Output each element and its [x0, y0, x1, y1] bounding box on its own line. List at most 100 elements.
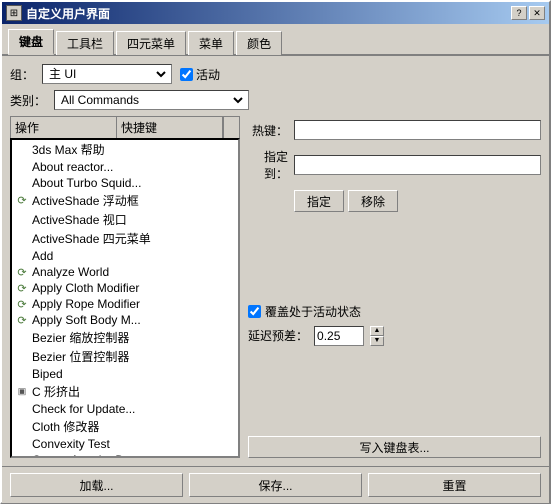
item-text: Bezier 缩放控制器 — [32, 329, 129, 346]
activeshade-icon: ⟳ — [14, 194, 30, 208]
item-icon — [14, 176, 30, 190]
tab-menu[interactable]: 菜单 — [188, 31, 234, 55]
hotkey-label: 热键： — [248, 122, 288, 139]
assign-to-input[interactable] — [294, 155, 541, 175]
main-window: ⊞ 自定义用户界面 ? ✕ 键盘 工具栏 四元菜单 菜单 颜色 组： 主 UI … — [0, 0, 551, 504]
list-item[interactable]: ⟳ Apply Cloth Modifier — [12, 280, 238, 296]
item-text: ActiveShade 四元菜单 — [32, 230, 151, 247]
item-text: 3ds Max 帮助 — [32, 141, 105, 158]
list-header: 操作 快捷键 — [10, 116, 240, 138]
remove-button[interactable]: 移除 — [348, 190, 398, 212]
group-row: 组： 主 UI 活动 — [10, 64, 541, 84]
active-checkbox[interactable] — [180, 68, 193, 81]
list-item[interactable]: ⟳ Apply Rope Modifier — [12, 296, 238, 312]
delay-down-arrow[interactable]: ▼ — [370, 336, 384, 346]
item-icon — [14, 420, 30, 434]
list-item[interactable]: ⟳ Apply Soft Body M... — [12, 312, 238, 328]
analyze-icon: ⟳ — [14, 265, 30, 279]
bottom-bar: 加载... 保存... 重置 — [2, 466, 549, 503]
item-text: ActiveShade 视口 — [32, 211, 127, 228]
list-item[interactable]: Check for Update... — [12, 401, 238, 417]
delay-label: 延迟预差： — [248, 327, 308, 344]
item-text: Apply Soft Body M... — [32, 313, 141, 327]
override-label: 覆盖处于活动状态 — [265, 303, 361, 320]
tab-color[interactable]: 颜色 — [236, 31, 282, 55]
assign-remove-row: 指定 移除 — [294, 190, 541, 212]
category-label: 类别： — [10, 92, 46, 109]
item-text: Create Angular Da... — [32, 453, 141, 458]
command-list[interactable]: 3ds Max 帮助 About reactor... About Turbo … — [10, 138, 240, 458]
split-layout: 操作 快捷键 3ds Max 帮助 About reactor... — [10, 116, 541, 458]
item-icon — [14, 437, 30, 451]
override-row: 覆盖处于活动状态 — [248, 303, 541, 320]
item-icon — [14, 160, 30, 174]
rope-icon: ⟳ — [14, 297, 30, 311]
group-select[interactable]: 主 UI — [42, 64, 172, 84]
group-label: 组： — [10, 66, 34, 83]
list-item[interactable]: Bezier 缩放控制器 — [12, 328, 238, 347]
save-button[interactable]: 保存... — [189, 473, 362, 497]
category-select-input[interactable]: All Commands — [57, 92, 246, 108]
tab-quadmenu[interactable]: 四元菜单 — [116, 31, 186, 55]
list-item[interactable]: ActiveShade 四元菜单 — [12, 229, 238, 248]
list-item[interactable]: Bezier 位置控制器 — [12, 347, 238, 366]
item-text: ActiveShade 浮动框 — [32, 192, 139, 209]
override-checkbox[interactable] — [248, 305, 261, 318]
item-icon — [14, 402, 30, 416]
list-item[interactable]: 3ds Max 帮助 — [12, 140, 238, 159]
load-button[interactable]: 加载... — [10, 473, 183, 497]
item-icon — [14, 350, 30, 364]
active-label: 活动 — [196, 66, 220, 83]
list-item[interactable]: ⟳ Analyze World — [12, 264, 238, 280]
active-checkbox-label[interactable]: 活动 — [180, 66, 220, 83]
help-button[interactable]: ? — [511, 6, 527, 20]
item-icon — [14, 213, 30, 227]
col-action: 操作 — [11, 117, 117, 138]
group-select-input[interactable]: 主 UI — [45, 66, 169, 82]
item-icon — [14, 331, 30, 345]
tab-keyboard[interactable]: 键盘 — [8, 29, 54, 55]
angular-icon: ⟳ — [14, 453, 30, 458]
delay-row: 延迟预差： ▲ ▼ — [248, 326, 541, 346]
item-text: Biped — [32, 367, 63, 381]
list-item[interactable]: ⟳ ActiveShade 浮动框 — [12, 191, 238, 210]
window-icon: ⊞ — [6, 5, 22, 21]
write-keyboard-button[interactable]: 写入键盘表... — [248, 436, 541, 458]
softbody-icon: ⟳ — [14, 313, 30, 327]
list-item[interactable]: Cloth 修改器 — [12, 417, 238, 436]
title-buttons: ? ✕ — [511, 6, 545, 20]
list-item[interactable]: Biped — [12, 366, 238, 382]
right-panel: 热键： 指定到： 指定 移除 覆盖处于活动状态 — [248, 116, 541, 458]
delay-input[interactable] — [314, 326, 364, 346]
window-title: 自定义用户界面 — [26, 5, 110, 22]
item-text: About reactor... — [32, 160, 113, 174]
tab-toolbar[interactable]: 工具栏 — [56, 31, 114, 55]
list-item[interactable]: Convexity Test — [12, 436, 238, 452]
category-row: 类别： All Commands — [10, 90, 541, 110]
category-select[interactable]: All Commands — [54, 90, 249, 110]
item-text: Convexity Test — [32, 437, 110, 451]
item-icon — [14, 143, 30, 157]
item-text: Add — [32, 249, 53, 263]
delay-up-arrow[interactable]: ▲ — [370, 326, 384, 336]
hotkey-input[interactable] — [294, 120, 541, 140]
item-text: Apply Rope Modifier — [32, 297, 140, 311]
list-item[interactable]: About Turbo Squid... — [12, 175, 238, 191]
left-panel: 操作 快捷键 3ds Max 帮助 About reactor... — [10, 116, 240, 458]
list-item[interactable]: ActiveShade 视口 — [12, 210, 238, 229]
delay-spinner: ▲ ▼ — [370, 326, 384, 346]
col-hotkey: 快捷键 — [117, 117, 223, 138]
content-area: 组： 主 UI 活动 类别： All Commands — [2, 56, 549, 466]
list-item[interactable]: ▣ C 形挤出 — [12, 382, 238, 401]
reset-button[interactable]: 重置 — [368, 473, 541, 497]
item-text: About Turbo Squid... — [32, 176, 141, 190]
list-item[interactable]: Add — [12, 248, 238, 264]
item-text: Analyze World — [32, 265, 109, 279]
close-button[interactable]: ✕ — [529, 6, 545, 20]
assign-button[interactable]: 指定 — [294, 190, 344, 212]
title-bar: ⊞ 自定义用户界面 ? ✕ — [2, 2, 549, 24]
assign-to-row: 指定到： — [248, 148, 541, 182]
list-item[interactable]: About reactor... — [12, 159, 238, 175]
item-icon — [14, 249, 30, 263]
list-item[interactable]: ⟳ Create Angular Da... — [12, 452, 238, 458]
